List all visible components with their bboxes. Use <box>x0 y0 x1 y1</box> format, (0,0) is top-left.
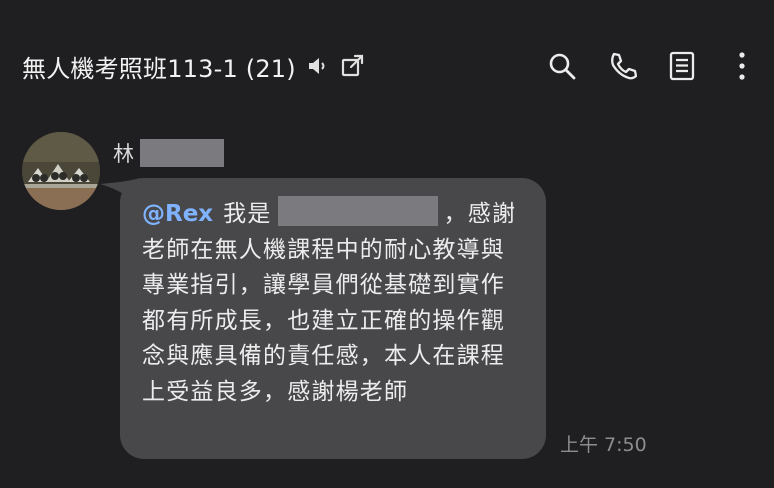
sender-avatar[interactable] <box>22 132 100 210</box>
message-timestamp: 上午 7:50 <box>560 434 647 456</box>
message-text-before: 我是 <box>223 201 272 227</box>
message-text: @Rex 我是 ，感謝老師在無人機課程中的耐心教導與專業指引，讓學員們從基礎到實作都… <box>142 196 526 410</box>
redacted-text <box>277 196 438 226</box>
message-bubble[interactable]: @Rex 我是 ，感謝老師在無人機課程中的耐心教導與專業指引，讓學員們從基礎到實作都… <box>120 178 546 459</box>
message-text-after: ，感謝老師在無人機課程中的耐心教導與專業指引，讓學員們從基礎到實作都有所成長，也… <box>142 201 517 405</box>
sender-name: 林 <box>113 142 134 166</box>
external-link-icon[interactable] <box>340 53 366 79</box>
notes-icon[interactable] <box>666 50 698 82</box>
search-icon[interactable] <box>546 50 578 82</box>
phone-icon[interactable] <box>606 50 638 82</box>
chat-title[interactable]: 無人機考照班113-1 (21) <box>22 49 296 84</box>
sender-name-row: 林 <box>113 138 224 168</box>
chat-header: 無人機考照班113-1 (21) <box>0 0 774 132</box>
header-actions <box>546 46 758 86</box>
redacted-name <box>140 139 224 167</box>
chat-title-group: 無人機考照班113-1 (21) <box>22 46 366 86</box>
mention-tag[interactable]: @Rex <box>142 201 213 227</box>
more-vertical-icon[interactable] <box>726 50 758 82</box>
speaker-icon[interactable] <box>306 55 330 77</box>
